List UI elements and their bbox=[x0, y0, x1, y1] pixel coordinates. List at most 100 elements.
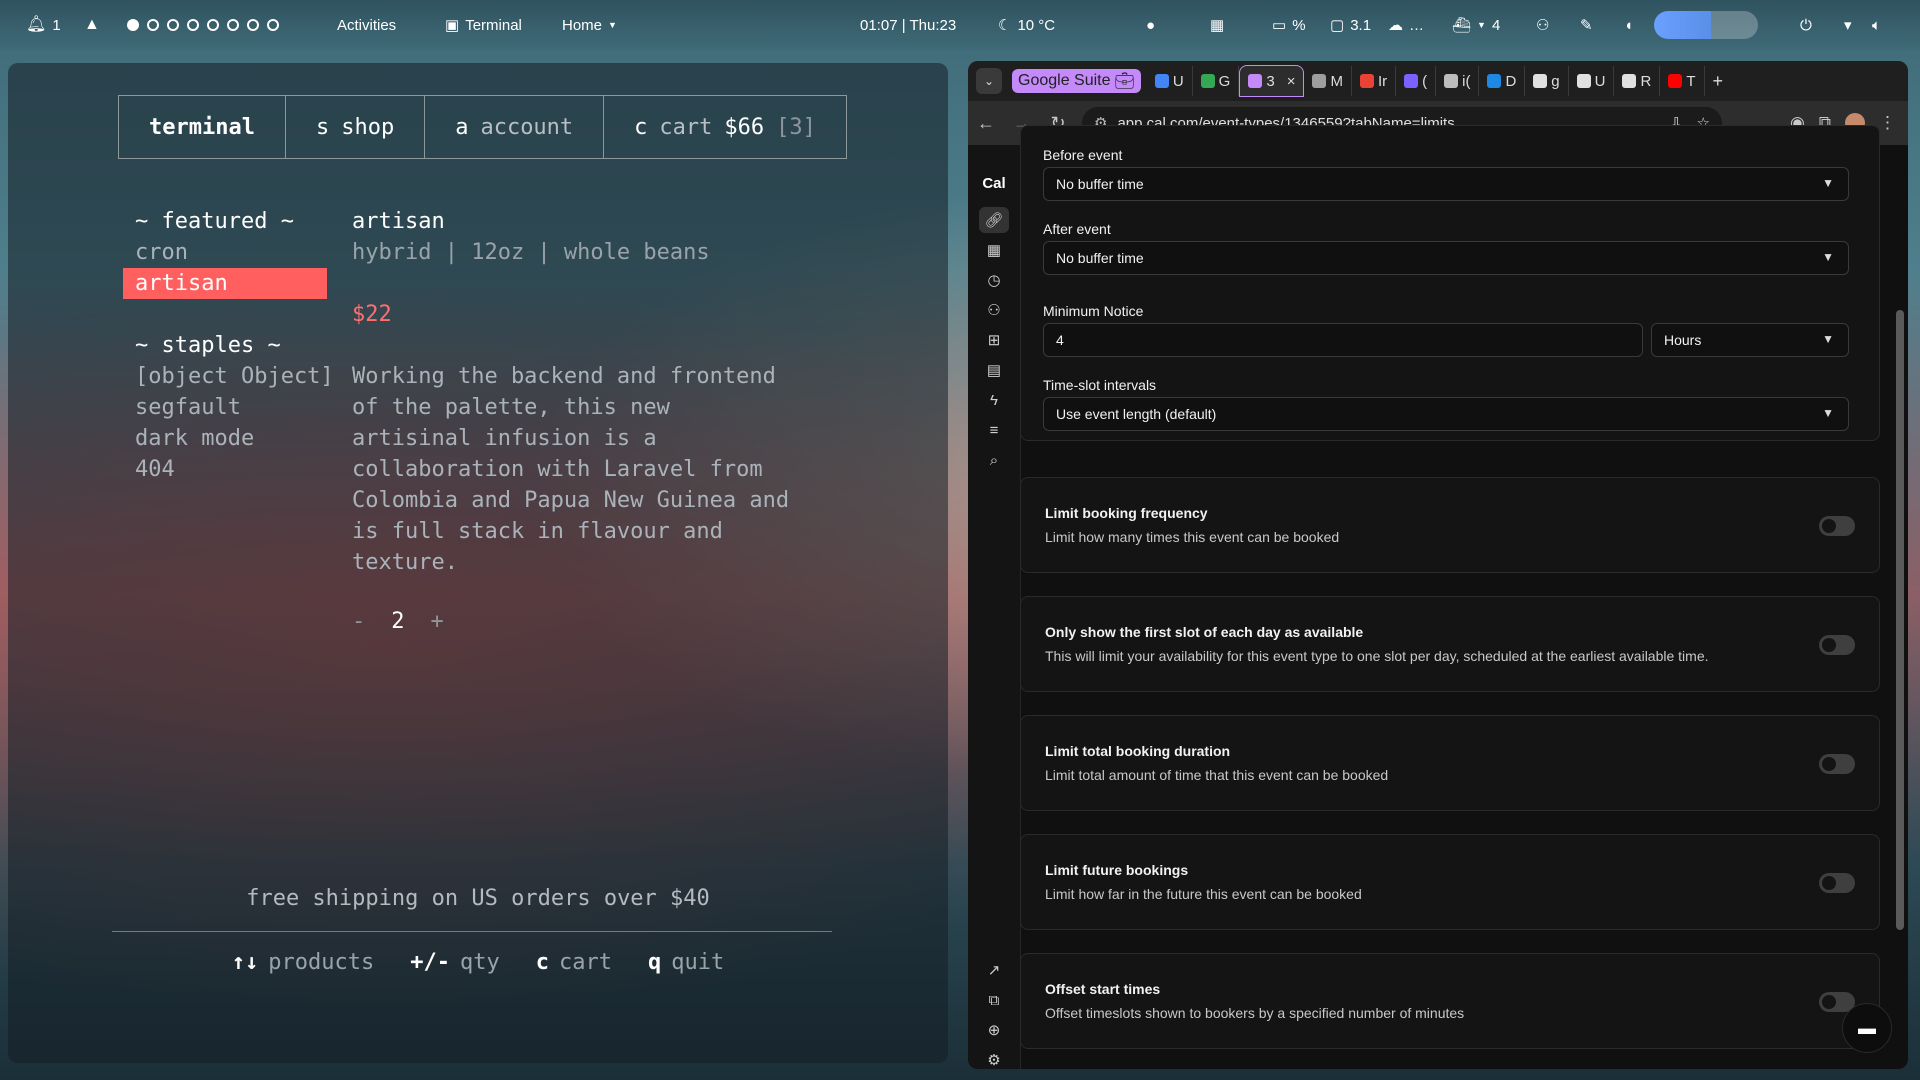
display-indicator[interactable]: ▢ 3.1 bbox=[1330, 0, 1371, 50]
tab-cart[interactable]: c cart $66 [3] bbox=[604, 96, 846, 158]
app-indicator-icon[interactable]: ● bbox=[1146, 0, 1155, 50]
list-item-selected[interactable]: artisan bbox=[123, 268, 327, 299]
limit-total-duration-toggle[interactable] bbox=[1819, 754, 1855, 774]
user-icon[interactable]: ⚇ bbox=[1536, 0, 1549, 50]
copy-icon[interactable]: ⧉ bbox=[979, 987, 1009, 1013]
quantity-stepper[interactable]: - 2 + bbox=[352, 609, 444, 634]
cloud-indicator[interactable]: ☁ … bbox=[1388, 0, 1424, 50]
lightning-icon[interactable]: ϟ bbox=[979, 387, 1009, 413]
tab-group-google-suite[interactable]: Google Suite 💼︎ bbox=[1012, 69, 1141, 93]
settings-gear-icon[interactable]: ⚙ bbox=[979, 1047, 1009, 1069]
after-event-select[interactable]: No buffer time ▼ bbox=[1043, 241, 1849, 275]
notification-indicator[interactable]: 🔔︎ 1 bbox=[26, 0, 61, 50]
weather-indicator[interactable]: ☾ 10 °C bbox=[998, 0, 1055, 50]
activities-button[interactable]: Activities bbox=[337, 0, 396, 50]
terminal-window[interactable]: terminal s shop a account c cart $66 [3]… bbox=[8, 63, 948, 1063]
paperclip-icon[interactable]: ✎ bbox=[1580, 0, 1593, 50]
tab-terminal[interactable]: terminal bbox=[119, 96, 286, 158]
chat-icon[interactable]: ▬ bbox=[1842, 1003, 1892, 1053]
favicon-icon bbox=[1200, 74, 1215, 88]
minimum-notice-unit-select[interactable]: Hours ▼ bbox=[1651, 323, 1849, 357]
workspace-dot-3[interactable] bbox=[167, 19, 179, 31]
browser-window[interactable]: ⌄ Google Suite 💼︎ U G 3 × M Ir(i(Dg U R T + ← → … bbox=[968, 61, 1908, 1069]
qty-decrement-button[interactable]: - bbox=[352, 609, 365, 634]
browser-tab[interactable]: g bbox=[1525, 66, 1569, 96]
workspace-dot-8[interactable] bbox=[267, 19, 279, 31]
browser-tab[interactable]: U bbox=[1569, 66, 1615, 96]
mic-icon[interactable]: ◖ bbox=[1624, 0, 1633, 50]
list-item[interactable]: segfault bbox=[135, 392, 334, 423]
new-tab-button[interactable]: + bbox=[1705, 66, 1732, 96]
document-icon[interactable]: ▤ bbox=[979, 357, 1009, 383]
browser-tab[interactable]: M bbox=[1304, 66, 1352, 96]
tab-search-button[interactable]: ⌄ bbox=[976, 68, 1002, 94]
clock-icon[interactable]: ◷ bbox=[979, 267, 1009, 293]
favicon-icon bbox=[1359, 74, 1374, 88]
workspace-dot-1[interactable] bbox=[127, 19, 139, 31]
first-slot-only-toggle[interactable] bbox=[1819, 635, 1855, 655]
clock[interactable]: 01:07 | Thu:23 bbox=[860, 0, 956, 50]
insights-icon[interactable]: ≡ bbox=[979, 417, 1009, 443]
grid-icon[interactable]: ⊞ bbox=[979, 327, 1009, 353]
limit-booking-frequency-toggle[interactable] bbox=[1819, 516, 1855, 536]
search-icon[interactable]: ⌕ bbox=[979, 447, 1009, 473]
monitor-icon: ▢ bbox=[1330, 17, 1345, 34]
wifi-icon[interactable]: ▾ bbox=[1844, 0, 1852, 50]
speaker-icon[interactable]: 🔈︎ bbox=[1872, 0, 1881, 50]
volume-slider-pill[interactable] bbox=[1654, 0, 1758, 50]
gift-icon[interactable]: ⊕ bbox=[979, 1017, 1009, 1043]
terminal-app-menu[interactable]: ▣ Terminal bbox=[445, 0, 522, 50]
browser-tab[interactable]: ( bbox=[1396, 66, 1437, 96]
qty-increment-button[interactable]: + bbox=[431, 609, 444, 634]
browser-tab[interactable]: Ir bbox=[1352, 66, 1397, 96]
home-menu[interactable]: Home ▼ bbox=[562, 0, 617, 50]
workspace-dot-4[interactable] bbox=[187, 19, 199, 31]
workspace-indicator[interactable] bbox=[127, 0, 279, 50]
time-slot-intervals-select[interactable]: Use event length (default) ▼ bbox=[1043, 397, 1849, 431]
chevron-down-icon: ▼ bbox=[1822, 250, 1834, 264]
qty-value: 2 bbox=[391, 609, 405, 634]
workspace-dot-6[interactable] bbox=[227, 19, 239, 31]
workspace-dot-7[interactable] bbox=[247, 19, 259, 31]
shipping-notice: free shipping on US orders over $40 bbox=[246, 886, 710, 911]
more-menu-icon[interactable]: ⋮ bbox=[1879, 113, 1896, 133]
list-item[interactable]: 404 bbox=[135, 454, 334, 485]
link-icon[interactable]: 🔗︎ bbox=[979, 207, 1009, 233]
tab-label: 3 bbox=[1266, 72, 1275, 90]
browser-tab[interactable]: R bbox=[1614, 66, 1661, 96]
browser-tab[interactable]: U bbox=[1147, 66, 1193, 96]
battery-indicator[interactable]: ▭ % bbox=[1272, 0, 1306, 50]
cal-logo[interactable]: Cal bbox=[968, 175, 1020, 192]
close-tab-icon[interactable]: × bbox=[1287, 73, 1296, 90]
cal-sidebar: Cal 🔗︎ ▦ ◷ ⚇ ⊞ ▤ ϟ ≡ ⌕ ↗ ⧉ ⊕ ⚙ bbox=[968, 145, 1021, 1069]
scrollbar[interactable] bbox=[1896, 145, 1904, 1069]
tab-label: U bbox=[1172, 72, 1184, 90]
distro-logo-icon[interactable]: ▲ bbox=[84, 0, 100, 50]
layout-icon[interactable]: ▦ bbox=[1210, 0, 1224, 50]
workspace-dot-2[interactable] bbox=[147, 19, 159, 31]
docker-indicator[interactable]: ⛴ ▼ 4 bbox=[1452, 0, 1500, 50]
users-icon[interactable]: ⚇ bbox=[979, 297, 1009, 323]
power-icon[interactable]: ⏻ bbox=[1800, 0, 1812, 50]
first-slot-only-card: Only show the first slot of each day as … bbox=[1020, 596, 1880, 692]
list-item[interactable]: [object Object] bbox=[135, 361, 334, 392]
list-item[interactable]: dark mode bbox=[135, 423, 334, 454]
list-item[interactable]: cron bbox=[135, 237, 334, 268]
workspace-dot-5[interactable] bbox=[207, 19, 219, 31]
browser-tab[interactable]: G bbox=[1193, 66, 1240, 96]
limit-future-bookings-toggle[interactable] bbox=[1819, 873, 1855, 893]
browser-tab-active[interactable]: 3 × bbox=[1239, 65, 1305, 97]
favicon-icon bbox=[1668, 74, 1683, 88]
keybinding-help: ↑↓ products +/- qty c cart q quit bbox=[8, 950, 948, 975]
minimum-notice-input[interactable]: 4 bbox=[1043, 323, 1643, 357]
tab-account[interactable]: a account bbox=[425, 96, 605, 158]
back-button[interactable]: ← bbox=[968, 113, 1004, 134]
tab-label: U bbox=[1594, 72, 1606, 90]
browser-tab[interactable]: i( bbox=[1436, 66, 1480, 96]
before-event-select[interactable]: No buffer time ▼ bbox=[1043, 167, 1849, 201]
calendar-icon[interactable]: ▦ bbox=[979, 237, 1009, 263]
external-link-icon[interactable]: ↗ bbox=[979, 957, 1009, 983]
tab-shop[interactable]: s shop bbox=[286, 96, 426, 158]
browser-tab[interactable]: T bbox=[1660, 66, 1705, 96]
browser-tab[interactable]: D bbox=[1479, 66, 1526, 96]
